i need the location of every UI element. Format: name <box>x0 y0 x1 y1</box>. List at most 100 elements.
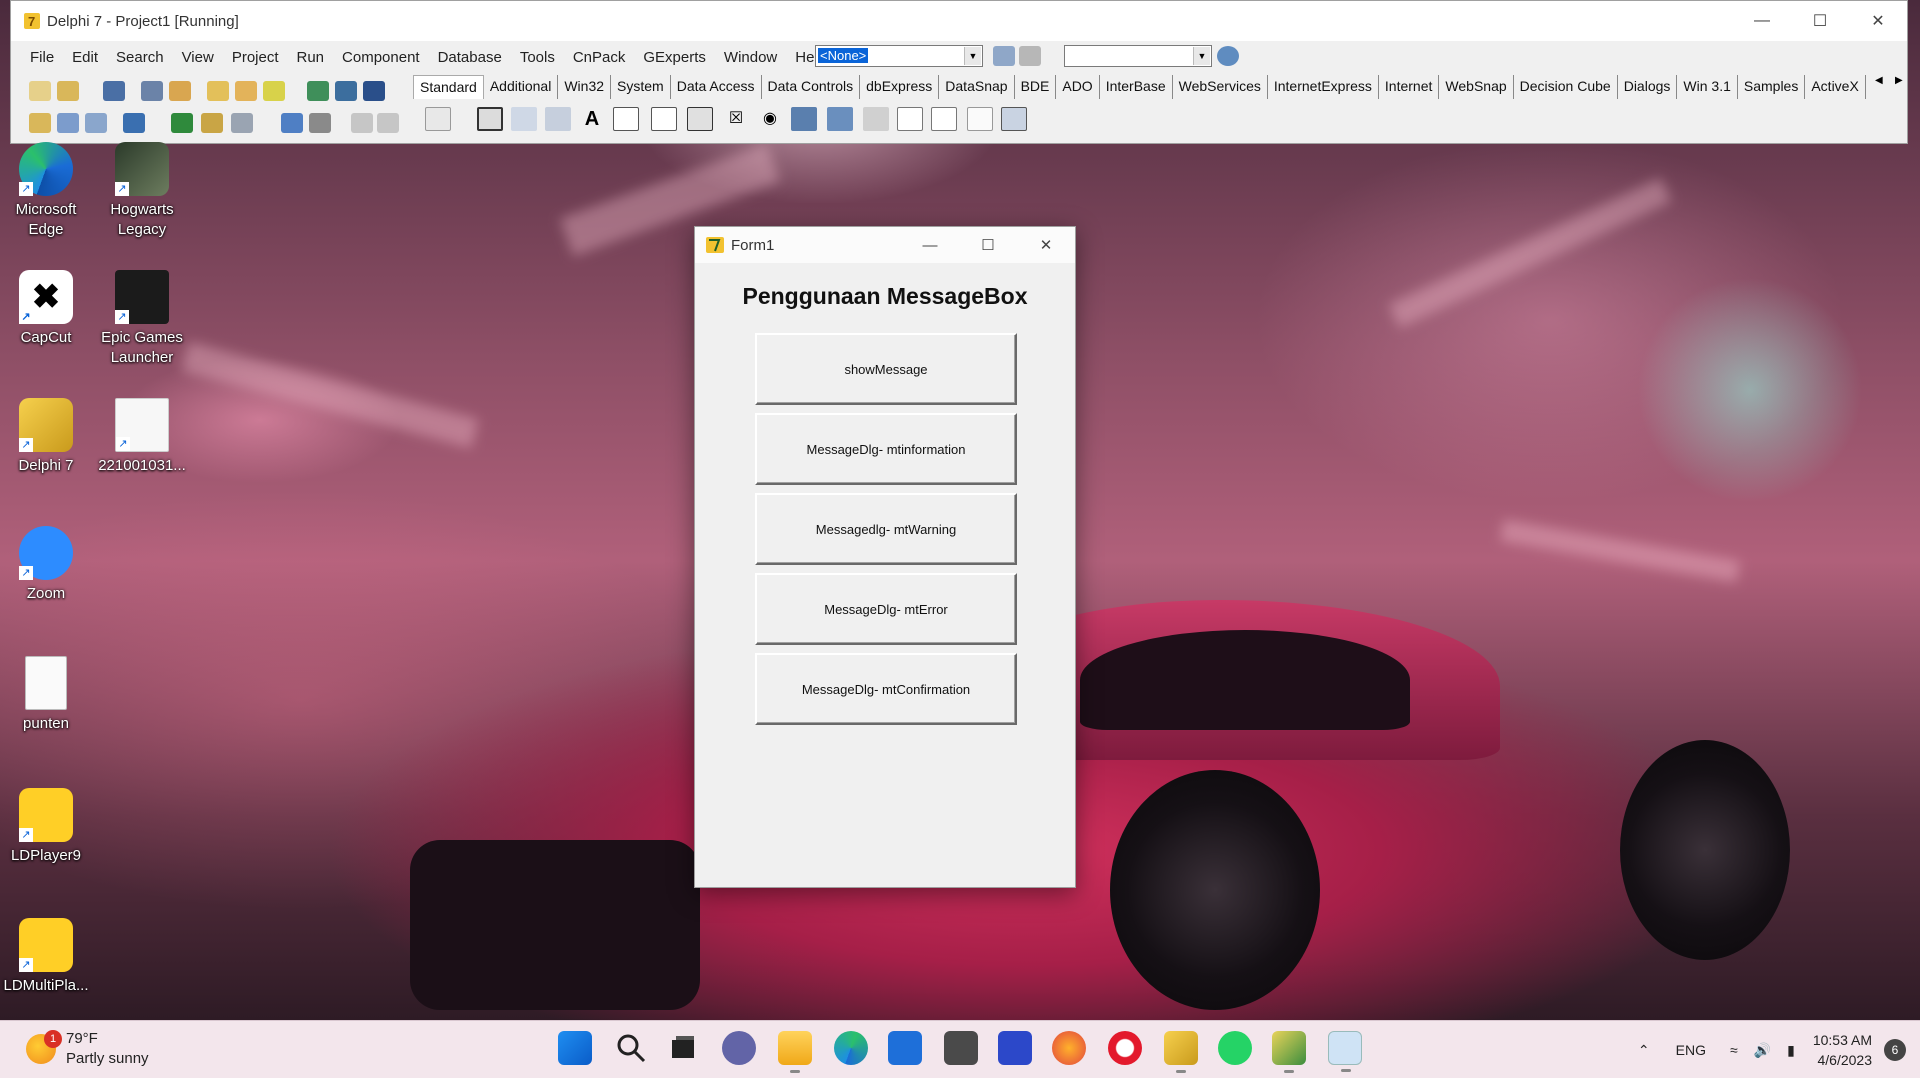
view-form-icon[interactable] <box>57 113 79 133</box>
menu-view[interactable]: View <box>173 49 223 66</box>
tframe-icon[interactable] <box>477 107 503 131</box>
search-icon[interactable] <box>614 1031 648 1065</box>
message-dlg-information-button[interactable]: MessageDlg- mtinformation <box>755 413 1017 485</box>
desktop-icon-epic[interactable]: ↗ Epic Games Launcher <box>96 270 188 368</box>
add-file-icon[interactable] <box>207 81 229 101</box>
desktop-icon-document[interactable]: ↗ 221001031... <box>96 398 188 476</box>
step-over-icon[interactable] <box>377 113 399 133</box>
tab-webservices[interactable]: WebServices <box>1173 75 1268 99</box>
pointer-icon[interactable] <box>425 107 451 131</box>
tab-win31[interactable]: Win 3.1 <box>1677 75 1738 99</box>
tcheckbox-icon[interactable]: ☒ <box>723 107 749 131</box>
delphi-icon[interactable] <box>1164 1031 1198 1073</box>
desktop-icon-hogwarts[interactable]: ↗ Hogwarts Legacy <box>96 142 188 240</box>
notification-badge[interactable]: 6 <box>1884 1039 1906 1061</box>
open-icon[interactable] <box>57 81 79 101</box>
wifi-icon[interactable]: ≈ <box>1730 1042 1738 1058</box>
new-form-icon[interactable] <box>123 113 145 133</box>
tscrollbar-icon[interactable] <box>863 107 889 131</box>
tab-activex[interactable]: ActiveX <box>1805 75 1866 99</box>
desktop-icon-delphi[interactable]: ↗ Delphi 7 <box>0 398 92 476</box>
firefox-icon[interactable] <box>1052 1031 1086 1065</box>
save-icon[interactable] <box>103 81 125 101</box>
palette-scroll-right-icon[interactable]: ▶ <box>1895 75 1903 86</box>
message-dlg-confirmation-button[interactable]: MessageDlg- mtConfirmation <box>755 653 1017 725</box>
component-search-combo[interactable]: ▼ <box>1064 45 1212 67</box>
menu-tools[interactable]: Tools <box>511 49 564 66</box>
teams-chat-icon[interactable] <box>722 1031 756 1065</box>
file-explorer-icon[interactable] <box>778 1031 812 1073</box>
tab-data-access[interactable]: Data Access <box>671 75 762 99</box>
remove-file-icon[interactable] <box>235 81 257 101</box>
open-project-icon[interactable] <box>169 81 191 101</box>
tab-internet[interactable]: Internet <box>1379 75 1440 99</box>
palette-scroll-left-icon[interactable]: ◀ <box>1875 75 1883 86</box>
chevron-down-icon[interactable]: ▼ <box>1193 47 1210 65</box>
menu-project[interactable]: Project <box>223 49 288 66</box>
help-contents-icon[interactable] <box>263 81 285 101</box>
desktop-icon-capcut[interactable]: ✖ ↗ CapCut <box>0 270 92 348</box>
program-reset-icon[interactable] <box>309 113 331 133</box>
cnpack-options-icon[interactable] <box>335 81 357 101</box>
desktop-layout-combo[interactable]: <None> ▼ <box>815 45 983 67</box>
tlabel-icon[interactable]: A <box>579 107 605 131</box>
tab-decision-cube[interactable]: Decision Cube <box>1514 75 1618 99</box>
snipping-tool-icon[interactable] <box>1328 1031 1362 1072</box>
new-icon[interactable] <box>29 81 51 101</box>
toggle-form-unit-icon[interactable] <box>85 113 107 133</box>
tedit-icon[interactable] <box>613 107 639 131</box>
clock[interactable]: 10:53 AM 4/6/2023 <box>1813 1030 1872 1070</box>
cnpack-icon[interactable] <box>307 81 329 101</box>
tab-additional[interactable]: Additional <box>484 75 559 99</box>
tbutton-icon[interactable] <box>687 107 713 131</box>
tactionlist-icon[interactable] <box>1001 107 1027 131</box>
run-parameters-icon[interactable] <box>171 113 193 133</box>
maximize-button[interactable]: ☐ <box>959 227 1017 263</box>
step-icon[interactable] <box>201 113 223 133</box>
tab-bde[interactable]: BDE <box>1015 75 1057 99</box>
tab-dbexpress[interactable]: dbExpress <box>860 75 940 99</box>
menu-component[interactable]: Component <box>333 49 429 66</box>
tab-ado[interactable]: ADO <box>1056 75 1100 99</box>
start-icon[interactable] <box>558 1031 592 1065</box>
trace-into-icon[interactable] <box>351 113 373 133</box>
tab-dialogs[interactable]: Dialogs <box>1618 75 1678 99</box>
menu-search[interactable]: Search <box>107 49 173 66</box>
menu-run[interactable]: Run <box>288 49 334 66</box>
tab-standard[interactable]: Standard <box>413 75 484 99</box>
globe-icon[interactable] <box>1217 46 1239 66</box>
close-button[interactable]: ✕ <box>1017 227 1075 263</box>
desktop-icon-punten[interactable]: punten <box>0 656 92 734</box>
run-icon[interactable] <box>231 113 253 133</box>
game-icon[interactable] <box>944 1031 978 1065</box>
tab-system[interactable]: System <box>611 75 671 99</box>
message-dlg-warning-button[interactable]: Messagedlg- mtWarning <box>755 493 1017 565</box>
help-icon[interactable] <box>363 81 385 101</box>
menu-gexperts[interactable]: GExperts <box>634 49 715 66</box>
close-button[interactable]: ✕ <box>1849 1 1907 41</box>
chevron-down-icon[interactable]: ▼ <box>964 47 981 65</box>
tmemo-icon[interactable] <box>651 107 677 131</box>
desktop-icon-ldplayer[interactable]: ↗ LDPlayer9 <box>0 788 92 866</box>
tcombobox-icon[interactable] <box>827 107 853 131</box>
message-dlg-error-button[interactable]: MessageDlg- mtError <box>755 573 1017 645</box>
tradiobutton-icon[interactable]: ◉ <box>757 107 783 131</box>
menu-edit[interactable]: Edit <box>63 49 107 66</box>
pause-icon[interactable] <box>281 113 303 133</box>
tab-websnap[interactable]: WebSnap <box>1439 75 1514 99</box>
desktop-icon-zoom[interactable]: ↗ Zoom <box>0 526 92 604</box>
tab-datasnap[interactable]: DataSnap <box>939 75 1015 99</box>
desktop-icon-ldmultiplayer[interactable]: ↗ LDMultiPla... <box>0 918 92 996</box>
tpanel-icon[interactable] <box>967 107 993 131</box>
opera-icon[interactable] <box>1108 1031 1142 1065</box>
menu-window[interactable]: Window <box>715 49 786 66</box>
tab-internetexpress[interactable]: InternetExpress <box>1268 75 1379 99</box>
menu-file[interactable]: File <box>21 49 63 66</box>
tradiogroup-icon[interactable] <box>931 107 957 131</box>
language-indicator[interactable]: ENG <box>1676 1042 1706 1058</box>
chevron-up-icon[interactable]: ⌃ <box>1638 1042 1650 1059</box>
menu-database[interactable]: Database <box>429 49 511 66</box>
tab-samples[interactable]: Samples <box>1738 75 1806 99</box>
tab-win32[interactable]: Win32 <box>558 75 612 99</box>
tgroupbox-icon[interactable] <box>897 107 923 131</box>
